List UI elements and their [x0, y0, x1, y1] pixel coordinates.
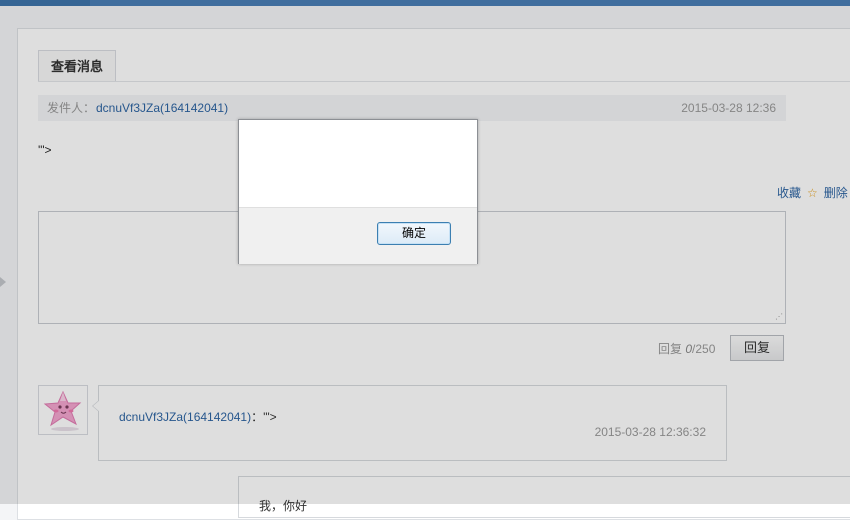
alert-dialog: 确定: [238, 119, 478, 264]
alert-message: [239, 120, 477, 207]
ok-button[interactable]: 确定: [377, 222, 451, 245]
alert-footer: 确定: [239, 207, 477, 264]
